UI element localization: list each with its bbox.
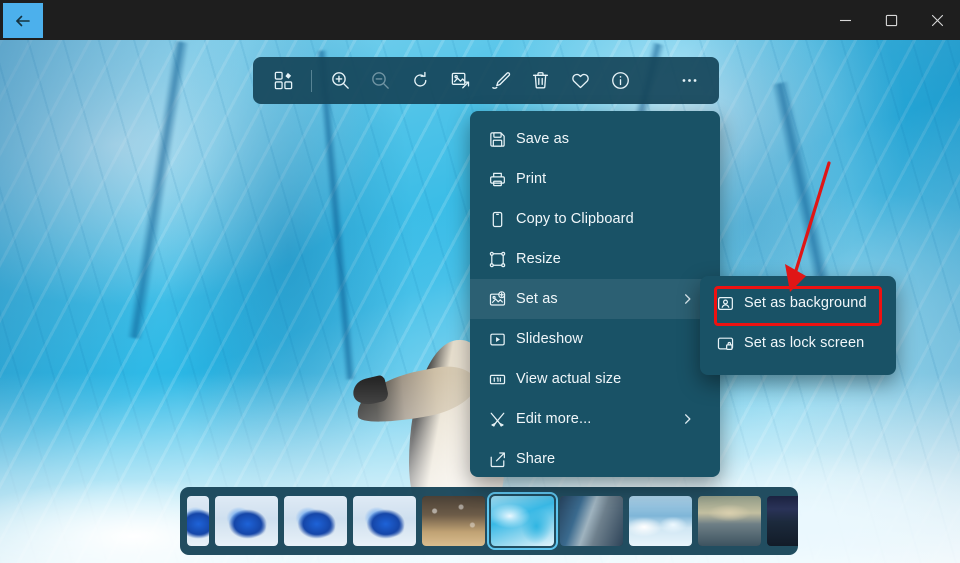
chevron-right-icon bbox=[681, 413, 694, 426]
red-arrow-annotation bbox=[760, 150, 870, 310]
menu-item-label: Edit more... bbox=[516, 411, 591, 427]
thumbnail-road[interactable] bbox=[560, 496, 623, 546]
thumbnail-night-road[interactable] bbox=[767, 496, 798, 546]
submenu-item-label: Set as lock screen bbox=[744, 335, 864, 351]
menu-item-slideshow[interactable]: Slideshow bbox=[470, 319, 720, 359]
menu-item-label: Resize bbox=[516, 251, 561, 267]
thumbnail-sand[interactable] bbox=[422, 496, 485, 546]
thumbnail-glacier[interactable] bbox=[491, 496, 554, 546]
lock-screen-icon bbox=[716, 331, 744, 355]
favorite-icon bbox=[570, 70, 591, 91]
menu-item-set-as[interactable]: Set as bbox=[470, 279, 720, 319]
thumbnail-image bbox=[560, 496, 623, 546]
menu-item-label: Save as bbox=[516, 131, 569, 147]
crop-icon-button[interactable] bbox=[440, 62, 480, 100]
maximize-icon bbox=[885, 14, 898, 27]
print-icon bbox=[488, 167, 516, 191]
zoom-in-icon bbox=[330, 70, 351, 91]
thumbnail-bloom-2[interactable] bbox=[215, 496, 278, 546]
minimize-icon bbox=[839, 14, 852, 27]
thumbnail-bloom-4[interactable] bbox=[353, 496, 416, 546]
markup-icon bbox=[490, 70, 511, 91]
menu-item-label: View actual size bbox=[516, 371, 621, 387]
info-icon bbox=[610, 70, 631, 91]
thumbnail-image bbox=[629, 496, 692, 546]
menu-item-label: Set as bbox=[516, 291, 558, 307]
rotate-icon bbox=[410, 70, 431, 91]
close-button[interactable] bbox=[914, 0, 960, 40]
thumbnail-bloom-3[interactable] bbox=[284, 496, 347, 546]
zoom-out-icon bbox=[370, 70, 391, 91]
gallery-icon bbox=[273, 70, 294, 91]
menu-item-label: Slideshow bbox=[516, 331, 583, 347]
close-icon bbox=[931, 14, 944, 27]
delete-icon-button[interactable] bbox=[520, 62, 560, 100]
thumbnail-bloom-1[interactable] bbox=[187, 496, 209, 546]
crop-icon bbox=[450, 70, 471, 91]
minimize-button[interactable] bbox=[822, 0, 868, 40]
markup-icon-button[interactable] bbox=[480, 62, 520, 100]
menu-item-label: Print bbox=[516, 171, 546, 187]
menu-item-view-actual-size[interactable]: View actual size bbox=[470, 359, 720, 399]
menu-item-label: Copy to Clipboard bbox=[516, 211, 634, 227]
back-button[interactable] bbox=[3, 3, 43, 38]
menu-item-save-as[interactable]: Save as bbox=[470, 119, 720, 159]
zoom-in-icon-button[interactable] bbox=[320, 62, 360, 100]
thumbnail-image bbox=[491, 496, 554, 546]
title-bar bbox=[0, 0, 960, 40]
photos-app-window: Save as Print Copy to Clipboard bbox=[0, 0, 960, 563]
background-icon bbox=[716, 291, 744, 315]
thumbnail-image bbox=[698, 496, 761, 546]
menu-item-copy-to-clipboard[interactable]: Copy to Clipboard bbox=[470, 199, 720, 239]
slideshow-icon bbox=[488, 327, 516, 351]
thumbnail-image bbox=[422, 496, 485, 546]
thumbnail-lake[interactable] bbox=[698, 496, 761, 546]
set-as-icon bbox=[488, 287, 516, 311]
zoom-out-icon-button[interactable] bbox=[360, 62, 400, 100]
thumbnail-image bbox=[215, 496, 278, 546]
thumbnail-image bbox=[353, 496, 416, 546]
context-menu: Save as Print Copy to Clipboard bbox=[470, 111, 720, 477]
back-arrow-icon bbox=[13, 11, 33, 31]
share-icon bbox=[488, 447, 516, 471]
actual-size-icon bbox=[488, 367, 516, 391]
resize-icon bbox=[488, 247, 516, 271]
clipboard-icon bbox=[488, 207, 516, 231]
rotate-icon-button[interactable] bbox=[400, 62, 440, 100]
chevron-right-icon bbox=[681, 293, 694, 306]
info-icon-button[interactable] bbox=[600, 62, 640, 100]
edit-more-icon bbox=[488, 407, 516, 431]
thumbnail-iceberg[interactable] bbox=[629, 496, 692, 546]
filmstrip[interactable] bbox=[180, 487, 798, 555]
arrow-shaft bbox=[794, 163, 829, 277]
gallery-icon-button[interactable] bbox=[263, 62, 303, 100]
submenu-item-set-as-lock-screen[interactable]: Set as lock screen bbox=[700, 323, 896, 363]
thumbnail-image bbox=[187, 496, 209, 546]
menu-item-label: Share bbox=[516, 451, 555, 467]
more-icon bbox=[679, 70, 700, 91]
menu-item-share[interactable]: Share bbox=[470, 439, 720, 479]
favorite-icon-button[interactable] bbox=[560, 62, 600, 100]
menu-item-resize[interactable]: Resize bbox=[470, 239, 720, 279]
delete-icon bbox=[530, 70, 551, 91]
save-icon bbox=[488, 127, 516, 151]
menu-item-print[interactable]: Print bbox=[470, 159, 720, 199]
thumbnail-image bbox=[767, 496, 798, 546]
menu-item-edit-more[interactable]: Edit more... bbox=[470, 399, 720, 439]
maximize-button[interactable] bbox=[868, 0, 914, 40]
thumbnail-image bbox=[284, 496, 347, 546]
toolbar-divider bbox=[311, 70, 312, 92]
more-icon-button[interactable] bbox=[669, 62, 709, 100]
image-toolbar-bar bbox=[253, 57, 719, 104]
